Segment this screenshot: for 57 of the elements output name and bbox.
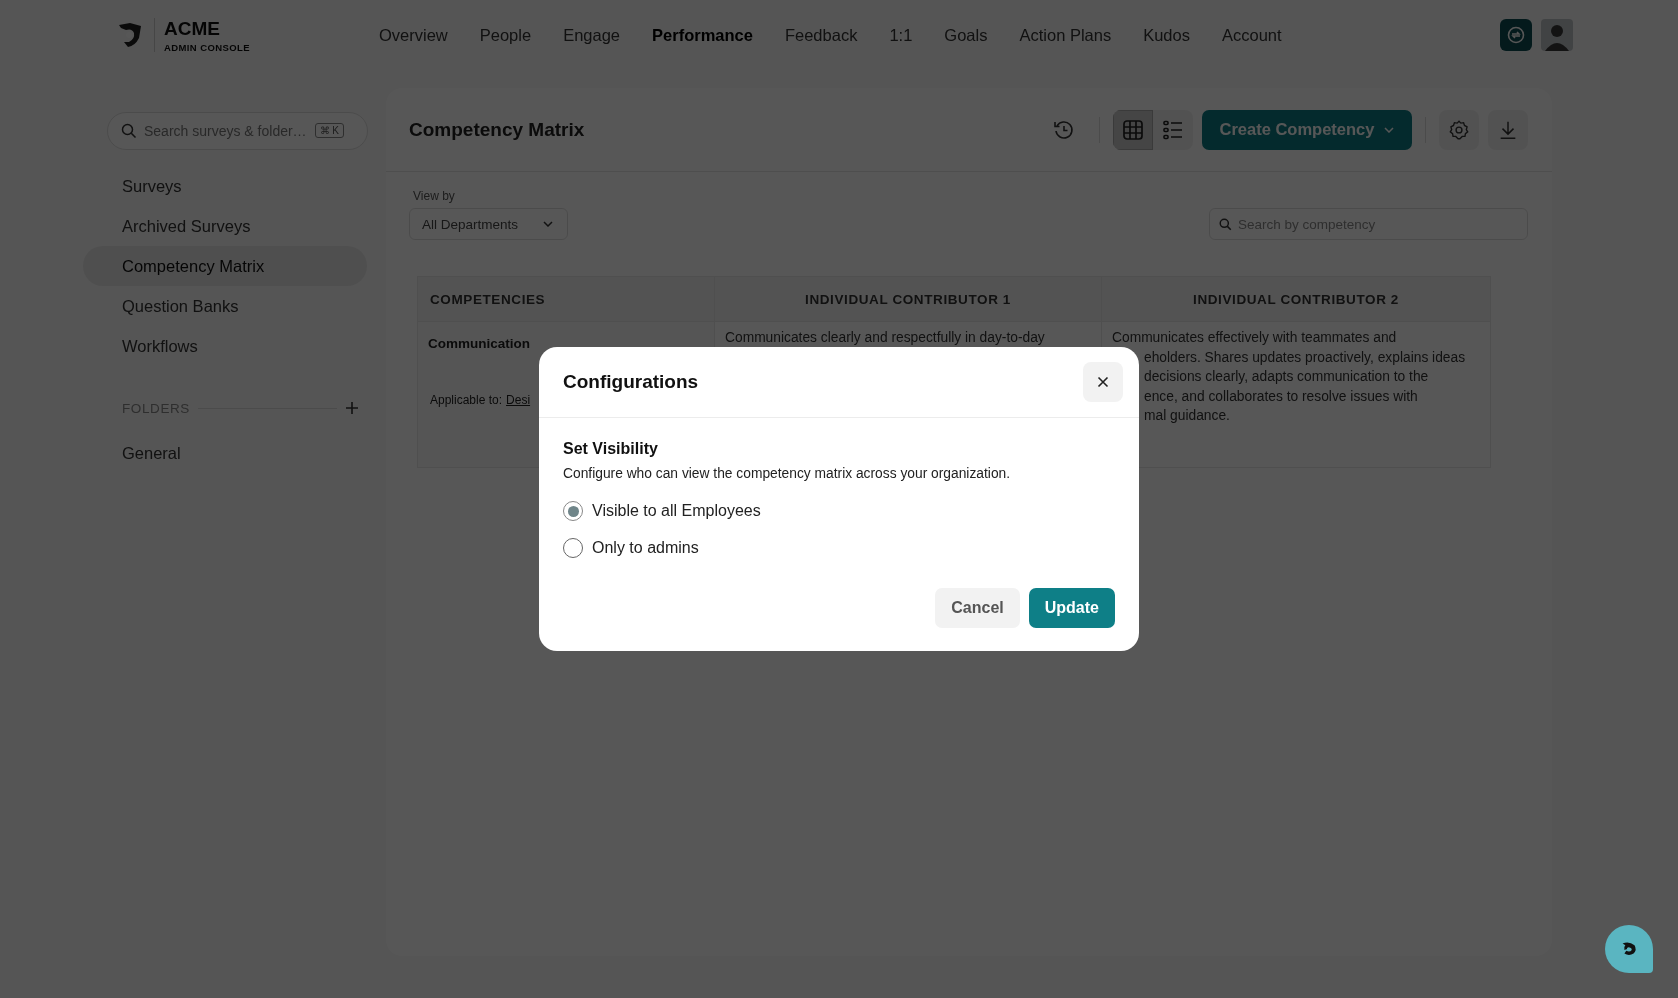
- download-button[interactable]: [1488, 109, 1528, 150]
- nav-link[interactable]: Account: [1221, 25, 1282, 45]
- close-icon: [1097, 376, 1109, 388]
- page-title: Competency Matrix: [409, 118, 585, 141]
- nav-link[interactable]: 1:1: [889, 25, 913, 45]
- nav-link[interactable]: Performance: [652, 25, 753, 45]
- radio-label[interactable]: Only to admins: [592, 539, 699, 557]
- folder-item[interactable]: General: [83, 433, 367, 473]
- close-button[interactable]: [1083, 362, 1123, 402]
- radio-label[interactable]: Visible to all Employees: [592, 502, 761, 520]
- field-label: View by: [412, 189, 456, 203]
- sidebar-item[interactable]: Archived Surveys: [83, 206, 367, 246]
- section-title: Set Visibility: [563, 440, 659, 458]
- settings-button[interactable]: [1439, 109, 1479, 150]
- nav-link[interactable]: Feedback: [784, 25, 858, 45]
- sidebar-item[interactable]: Surveys: [83, 166, 367, 206]
- nav-link[interactable]: Goals: [944, 25, 988, 45]
- brand-name: ACME: [164, 17, 221, 40]
- brand-subtitle: ADMIN CONSOLE: [164, 41, 250, 53]
- applicable-label: Applicable to:: [430, 393, 503, 407]
- column-header: COMPETENCIES: [429, 290, 547, 309]
- nav-link[interactable]: Engage: [563, 25, 621, 45]
- create-competency-button[interactable]: Create Competency: [1202, 109, 1412, 150]
- applicable-link[interactable]: Desi: [506, 393, 531, 407]
- search-icon: [121, 123, 137, 139]
- cancel-button[interactable]: Cancel: [935, 588, 1020, 628]
- description-line: ence, and collaborates to resolve issues with: [1143, 387, 1419, 406]
- sync-icon: [1506, 25, 1526, 45]
- description-line: eholders. Shares updates proactively, explains ideas: [1143, 348, 1467, 367]
- description-line: mal guidance.: [1143, 407, 1231, 425]
- sidebar-item[interactable]: Competency Matrix: [83, 246, 367, 286]
- description-line: Communicates clearly and respectfully in day-to-day: [725, 329, 1046, 347]
- column-header: INDIVIDUAL CONTRIBUTOR 1: [714, 277, 1101, 321]
- sync-button[interactable]: [1500, 19, 1532, 51]
- dialog-title: Configurations: [563, 371, 699, 393]
- plus-icon[interactable]: [345, 401, 359, 415]
- description-line: Communicates effectively with teammates and: [1112, 329, 1398, 347]
- avatar[interactable]: [1541, 19, 1573, 51]
- nav-link[interactable]: People: [479, 25, 532, 45]
- chevron-down-icon: [543, 221, 553, 227]
- description-line: decisions clearly, adapts communication to the: [1143, 368, 1430, 386]
- section-description: Configure who can view the competency matrix across your organization.: [563, 466, 1012, 481]
- settings-icon: [1448, 118, 1470, 141]
- sidebar-item[interactable]: Question Banks: [83, 286, 367, 326]
- grid-icon: [1121, 117, 1145, 142]
- grid-view-button[interactable]: [1113, 109, 1153, 150]
- search-icon: [1219, 218, 1232, 231]
- competency-name: Communication: [428, 336, 531, 351]
- nav-link[interactable]: Action Plans: [1019, 25, 1112, 45]
- update-button[interactable]: Update: [1028, 588, 1115, 628]
- chevron-down-icon: [1384, 126, 1395, 133]
- department-dropdown[interactable]: All Departments: [409, 208, 568, 240]
- nav-link[interactable]: Overview: [379, 25, 448, 45]
- nav-link[interactable]: Kudos: [1143, 25, 1190, 45]
- column-header: INDIVIDUAL CONTRIBUTOR 2: [1101, 277, 1490, 321]
- sidebar-item[interactable]: Workflows: [83, 326, 367, 366]
- chat-button[interactable]: [1605, 925, 1653, 973]
